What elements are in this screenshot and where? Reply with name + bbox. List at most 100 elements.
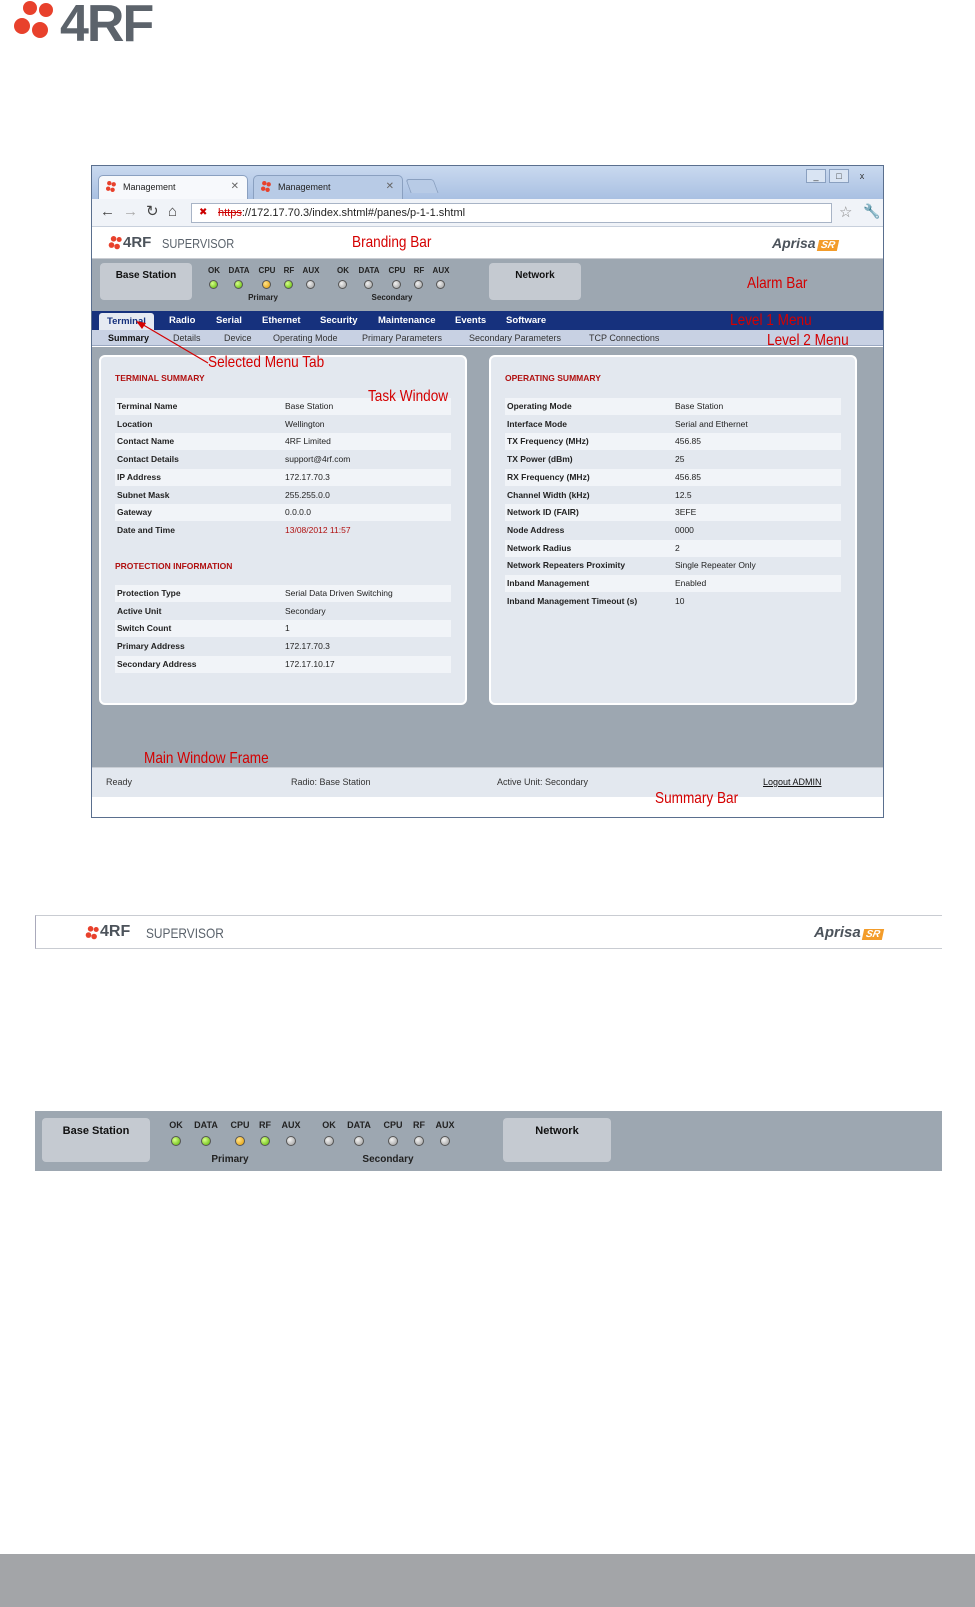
led-ok-icon[interactable] xyxy=(171,1136,181,1146)
row-key: Network Repeaters Proximity xyxy=(507,560,626,571)
row-value: 13/08/2012 11:57 xyxy=(285,524,351,535)
annotation-selected-tab: Selected Menu Tab xyxy=(208,354,325,371)
logout-link[interactable]: Logout ADMIN xyxy=(763,777,822,787)
base-station-alarm-button[interactable]: Base Station xyxy=(42,1118,150,1162)
led-label: OK xyxy=(169,1120,183,1130)
main-window-frame: TERMINAL SUMMARY Terminal Name Base Stati… xyxy=(92,347,883,767)
led-cpu-icon[interactable] xyxy=(388,1136,398,1146)
new-tab-button[interactable] xyxy=(405,179,439,193)
menu-tab-ethernet[interactable]: Ethernet xyxy=(262,311,301,330)
row-value: Secondary xyxy=(285,605,326,616)
bookmark-star-icon[interactable]: ☆ xyxy=(839,203,852,221)
row-key: TX Power (dBm) xyxy=(507,454,573,465)
sr-badge: SR xyxy=(861,929,884,940)
brand-product-text: SUPERVISOR xyxy=(162,236,235,251)
led-aux-icon[interactable] xyxy=(436,280,445,289)
minimize-button[interactable]: _ xyxy=(806,169,826,183)
row-value: 0000 xyxy=(675,524,694,535)
led-cpu-icon[interactable] xyxy=(392,280,401,289)
info-row: Network Repeaters Proximity Single Repeat… xyxy=(505,557,841,574)
row-value: 2 xyxy=(675,542,680,553)
annotation-arrow-icon xyxy=(136,321,209,364)
info-row: Secondary Address 172.17.10.17 xyxy=(115,655,451,673)
maximize-button[interactable]: □ xyxy=(829,169,849,183)
close-window-button[interactable]: x xyxy=(852,169,872,183)
annotation-level2-menu: Level 2 Menu xyxy=(767,332,849,349)
led-label: AUX xyxy=(281,1120,301,1130)
led-rf-icon[interactable] xyxy=(414,1136,424,1146)
row-key: Subnet Mask xyxy=(117,489,170,500)
led-ok-icon[interactable] xyxy=(324,1136,334,1146)
info-row: RX Frequency (MHz) 456.85 xyxy=(505,468,841,486)
home-icon[interactable]: ⌂ xyxy=(168,203,177,221)
browser-tab[interactable]: Management ✕ xyxy=(253,175,403,199)
led-cpu-icon[interactable] xyxy=(235,1136,245,1146)
row-value: Serial Data Driven Switching xyxy=(285,588,393,598)
submenu-secondary-parameters[interactable]: Secondary Parameters xyxy=(469,330,561,346)
led-data-icon[interactable] xyxy=(234,280,243,289)
row-key: Switch Count xyxy=(117,623,172,634)
reload-icon[interactable]: ↻ xyxy=(146,203,159,221)
row-key: Location xyxy=(117,418,153,429)
4rf-logo-dots-icon xyxy=(85,926,99,940)
info-row: Gateway 0.0.0.0 xyxy=(115,504,451,522)
menu-tab-security[interactable]: Security xyxy=(320,311,358,330)
row-key: Operating Mode xyxy=(507,401,572,411)
row-key: Date and Time xyxy=(117,524,175,535)
led-aux-icon[interactable] xyxy=(440,1136,450,1146)
led-aux-icon[interactable] xyxy=(306,280,315,289)
favicon-icon xyxy=(261,181,271,192)
row-value: Base Station xyxy=(675,401,724,411)
base-station-alarm-button[interactable]: Base Station xyxy=(100,263,192,300)
submenu-operating-mode[interactable]: Operating Mode xyxy=(273,330,338,346)
level2-menu: Summary Details Device Operating Mode Pr… xyxy=(92,330,883,346)
row-value: 456.85 xyxy=(675,436,701,447)
info-row: Contact Name 4RF Limited xyxy=(115,433,451,451)
network-alarm-button[interactable]: Network xyxy=(503,1118,611,1162)
protection-info-title: PROTECTION INFORMATION xyxy=(115,561,233,571)
tab-close-icon[interactable]: ✕ xyxy=(386,181,394,192)
status-radio: Radio: Base Station xyxy=(291,777,371,787)
row-key: Node Address xyxy=(507,524,565,535)
menu-tab-maintenance[interactable]: Maintenance xyxy=(378,311,436,330)
4rf-logo-dots-icon xyxy=(14,1,53,38)
tab-close-icon[interactable]: ✕ xyxy=(231,181,239,192)
menu-tab-serial[interactable]: Serial xyxy=(216,311,242,330)
back-icon[interactable]: ← xyxy=(100,203,115,221)
submenu-device[interactable]: Device xyxy=(224,330,252,346)
browser-toolbar: ← → ↻ ⌂ ✖ https://172.17.70.3/index.shtm… xyxy=(92,199,883,227)
info-row: Date and Time 13/08/2012 11:57 xyxy=(115,522,451,539)
status-ready: Ready xyxy=(106,777,133,787)
network-alarm-button[interactable]: Network xyxy=(489,263,581,300)
info-row: Inband Management Enabled xyxy=(505,575,841,592)
led-cpu-icon[interactable] xyxy=(262,280,271,289)
led-data-icon[interactable] xyxy=(364,280,373,289)
wrench-icon[interactable]: 🔧 xyxy=(863,203,880,220)
led-rf-icon[interactable] xyxy=(260,1136,270,1146)
address-bar[interactable]: ✖ https://172.17.70.3/index.shtml#/panes… xyxy=(191,203,832,223)
led-data-icon[interactable] xyxy=(354,1136,364,1146)
row-key: Interface Mode xyxy=(507,418,567,429)
info-row: Channel Width (kHz) 12.5 xyxy=(505,487,841,504)
brand-logo-text: 4RF xyxy=(100,923,131,940)
menu-tab-events[interactable]: Events xyxy=(455,311,486,330)
forward-icon[interactable]: → xyxy=(123,203,138,221)
led-rf-icon[interactable] xyxy=(414,280,423,289)
row-value: 172.17.70.3 xyxy=(285,641,330,652)
browser-tab-active[interactable]: Management ✕ xyxy=(98,175,248,199)
led-label: AUX xyxy=(302,266,320,275)
led-ok-icon[interactable] xyxy=(209,280,218,289)
row-value: Enabled xyxy=(675,578,707,588)
led-rf-icon[interactable] xyxy=(284,280,293,289)
row-value: Base Station xyxy=(285,401,334,411)
led-ok-icon[interactable] xyxy=(338,280,347,289)
row-key: Protection Type xyxy=(117,588,181,598)
info-row: Active Unit Secondary xyxy=(115,603,451,620)
row-key: Terminal Name xyxy=(117,401,178,411)
submenu-primary-parameters[interactable]: Primary Parameters xyxy=(362,330,442,346)
submenu-tcp-connections[interactable]: TCP Connections xyxy=(589,330,659,346)
row-key: Channel Width (kHz) xyxy=(507,489,590,500)
menu-tab-software[interactable]: Software xyxy=(506,311,546,330)
led-aux-icon[interactable] xyxy=(286,1136,296,1146)
led-data-icon[interactable] xyxy=(201,1136,211,1146)
